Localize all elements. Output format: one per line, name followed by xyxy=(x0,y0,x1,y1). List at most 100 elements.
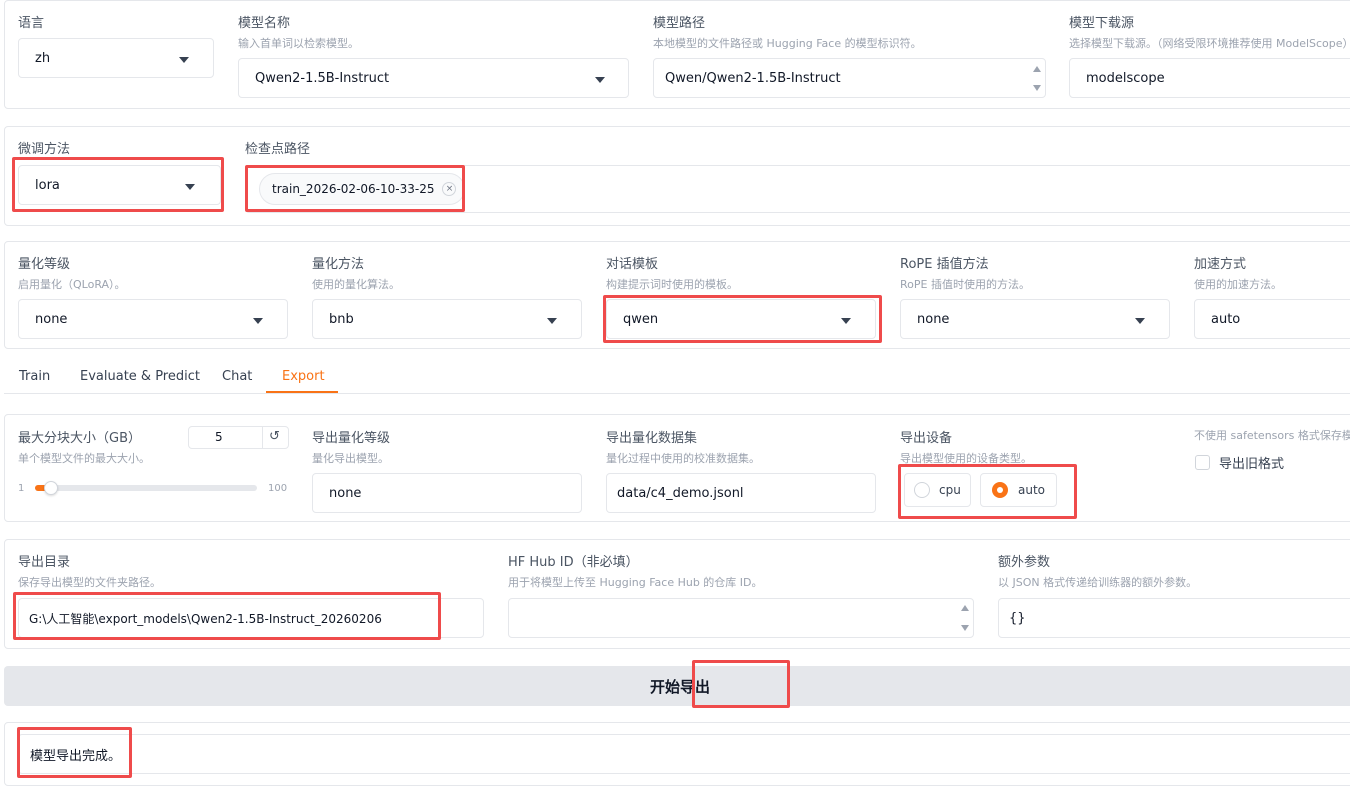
scroll-down-icon[interactable] xyxy=(961,625,969,631)
language-value: zh xyxy=(35,50,51,66)
extra-args-input[interactable]: {} xyxy=(998,598,1350,638)
remove-tag-icon[interactable]: × xyxy=(442,182,457,196)
quant-method-value: bnb xyxy=(329,311,354,327)
download-source-value: modelscope xyxy=(1086,70,1165,86)
export-quant-bit-value: none xyxy=(329,485,362,501)
extra-args-label: 额外参数 xyxy=(998,555,1051,570)
template-label: 对话模板 xyxy=(606,257,659,272)
model-path-input[interactable]: Qwen/Qwen2-1.5B-Instruct xyxy=(653,58,1046,98)
radio-unchecked-icon xyxy=(914,482,930,498)
legacy-format-hint: 不使用 safetensors 格式保存模型。 xyxy=(1194,429,1350,442)
rope-hint: RoPE 插值时使用的方法。 xyxy=(900,278,1030,291)
extra-args-hint: 以 JSON 格式传递给训练器的额外参数。 xyxy=(998,576,1198,589)
legacy-format-checkbox[interactable]: 导出旧格式 xyxy=(1195,453,1284,472)
output-panel: 模型导出完成。 xyxy=(4,722,1350,786)
scroll-down-icon[interactable] xyxy=(1033,85,1041,91)
shard-size-label: 最大分块大小（GB） xyxy=(18,431,141,446)
model-path-hint: 本地模型的文件路径或 Hugging Face 的模型标识符。 xyxy=(653,37,922,50)
quant-method-label: 量化方法 xyxy=(312,257,365,272)
rope-label: RoPE 插值方法 xyxy=(900,257,989,272)
export-output-panel: 导出目录 保存导出模型的文件夹路径。 G:\人工智能\export_models… xyxy=(4,539,1350,649)
device-option-label: cpu xyxy=(939,483,961,497)
model-settings-panel: 语言 zh 模型名称 输入首单词以检索模型。 Qwen2-1.5B-Instru… xyxy=(4,0,1350,109)
export-quant-bit-select[interactable]: none xyxy=(312,473,582,513)
template-hint: 构建提示词时使用的模板。 xyxy=(606,278,738,291)
quantization-panel: 量化等级 启用量化（QLoRA）。 none 量化方法 使用的量化算法。 bnb… xyxy=(4,241,1350,349)
scroll-up-icon[interactable] xyxy=(961,605,969,611)
download-source-select[interactable]: modelscope xyxy=(1069,58,1350,98)
export-quant-dataset-label: 导出量化数据集 xyxy=(606,431,698,446)
device-option-auto[interactable]: auto xyxy=(980,473,1057,507)
checkpoint-tag[interactable]: train_2026-02-06-10-33-25 × xyxy=(259,173,466,205)
device-option-cpu[interactable]: cpu xyxy=(904,473,971,507)
model-path-label: 模型路径 xyxy=(653,16,706,31)
adapter-panel: 微调方法 lora 检查点路径 train_2026-02-06-10-33-2… xyxy=(4,126,1350,226)
tab-export[interactable]: Export xyxy=(282,369,325,384)
chevron-down-icon xyxy=(1135,318,1145,324)
finetune-select[interactable]: lora xyxy=(18,165,221,205)
scroll-up-icon[interactable] xyxy=(1033,66,1041,72)
finetune-value: lora xyxy=(35,177,60,193)
model-name-hint: 输入首单词以检索模型。 xyxy=(238,37,359,50)
shard-size-value: 5 xyxy=(215,430,223,444)
rope-select[interactable]: none xyxy=(900,299,1170,339)
extra-args-value: {} xyxy=(1009,610,1026,626)
language-select[interactable]: zh xyxy=(18,38,214,78)
export-dir-value: G:\人工智能\export_models\Qwen2-1.5B-Instruc… xyxy=(29,611,382,626)
model-name-value: Qwen2-1.5B-Instruct xyxy=(255,70,390,86)
export-settings-panel: 最大分块大小（GB） 单个模型文件的最大大小。 5 ↺ 1 100 导出量化等级… xyxy=(4,414,1350,522)
active-tab-underline xyxy=(266,391,338,393)
hub-id-input[interactable] xyxy=(508,598,974,638)
tab-chat[interactable]: Chat xyxy=(222,369,252,384)
device-option-label: auto xyxy=(1018,483,1046,497)
export-quant-dataset-hint: 量化过程中使用的校准数据集。 xyxy=(606,452,760,465)
export-quant-dataset-value: data/c4_demo.jsonl xyxy=(617,485,744,501)
slider-min: 1 xyxy=(18,483,25,494)
booster-label: 加速方式 xyxy=(1194,257,1247,272)
tab-evaluate-predict[interactable]: Evaluate & Predict xyxy=(80,369,200,384)
shard-size-slider[interactable] xyxy=(35,481,257,495)
checkpoint-multiselect[interactable]: train_2026-02-06-10-33-25 × xyxy=(245,165,1350,213)
slider-thumb[interactable] xyxy=(43,481,58,495)
shard-size-hint: 单个模型文件的最大大小。 xyxy=(18,452,150,465)
shard-size-input[interactable]: 5 ↺ xyxy=(188,426,289,449)
divider xyxy=(262,427,263,448)
export-quant-dataset-input[interactable]: data/c4_demo.jsonl xyxy=(606,473,876,513)
booster-select[interactable]: auto xyxy=(1194,299,1350,339)
hub-id-label: HF Hub ID（非必填） xyxy=(508,555,639,570)
export-dir-input[interactable]: G:\人工智能\export_models\Qwen2-1.5B-Instruc… xyxy=(18,598,484,638)
booster-value: auto xyxy=(1211,311,1241,327)
reset-icon[interactable]: ↺ xyxy=(269,429,280,444)
checkpoint-label: 检查点路径 xyxy=(245,142,311,157)
tab-train[interactable]: Train xyxy=(19,369,50,384)
download-source-hint: 选择模型下载源。（网络受限环境推荐使用 ModelScope） xyxy=(1069,37,1350,50)
status-output: 模型导出完成。 xyxy=(18,734,1350,774)
legacy-format-label: 导出旧格式 xyxy=(1219,457,1285,472)
quant-method-select[interactable]: bnb xyxy=(312,299,582,339)
quant-bit-select[interactable]: none xyxy=(18,299,288,339)
quant-bit-hint: 启用量化（QLoRA）。 xyxy=(18,278,126,291)
hub-id-hint: 用于将模型上传至 Hugging Face Hub 的仓库 ID。 xyxy=(508,576,763,589)
start-export-label: 开始导出 xyxy=(649,677,710,696)
checkpoint-tag-label: train_2026-02-06-10-33-25 xyxy=(272,182,435,196)
download-source-label: 模型下载源 xyxy=(1069,16,1135,31)
export-device-label: 导出设备 xyxy=(900,431,953,446)
template-value: qwen xyxy=(623,311,659,327)
quant-method-hint: 使用的量化算法。 xyxy=(312,278,400,291)
checkbox-icon[interactable] xyxy=(1195,455,1210,470)
status-message: 模型导出完成。 xyxy=(30,748,122,764)
chevron-down-icon xyxy=(185,184,195,190)
model-path-value: Qwen/Qwen2-1.5B-Instruct xyxy=(665,70,841,86)
template-select[interactable]: qwen xyxy=(606,299,876,339)
export-quant-bit-hint: 量化导出模型。 xyxy=(312,452,389,465)
export-dir-hint: 保存导出模型的文件夹路径。 xyxy=(18,576,161,589)
chevron-down-icon xyxy=(253,318,263,324)
export-device-hint: 导出模型使用的设备类型。 xyxy=(900,452,1032,465)
start-export-button[interactable]: 开始导出 xyxy=(4,666,1350,706)
booster-hint: 使用的加速方法。 xyxy=(1194,278,1282,291)
model-name-select[interactable]: Qwen2-1.5B-Instruct xyxy=(238,58,629,98)
quant-bit-label: 量化等级 xyxy=(18,257,71,272)
model-name-label: 模型名称 xyxy=(238,16,291,31)
export-quant-bit-label: 导出量化等级 xyxy=(312,431,391,446)
rope-value: none xyxy=(917,311,950,327)
